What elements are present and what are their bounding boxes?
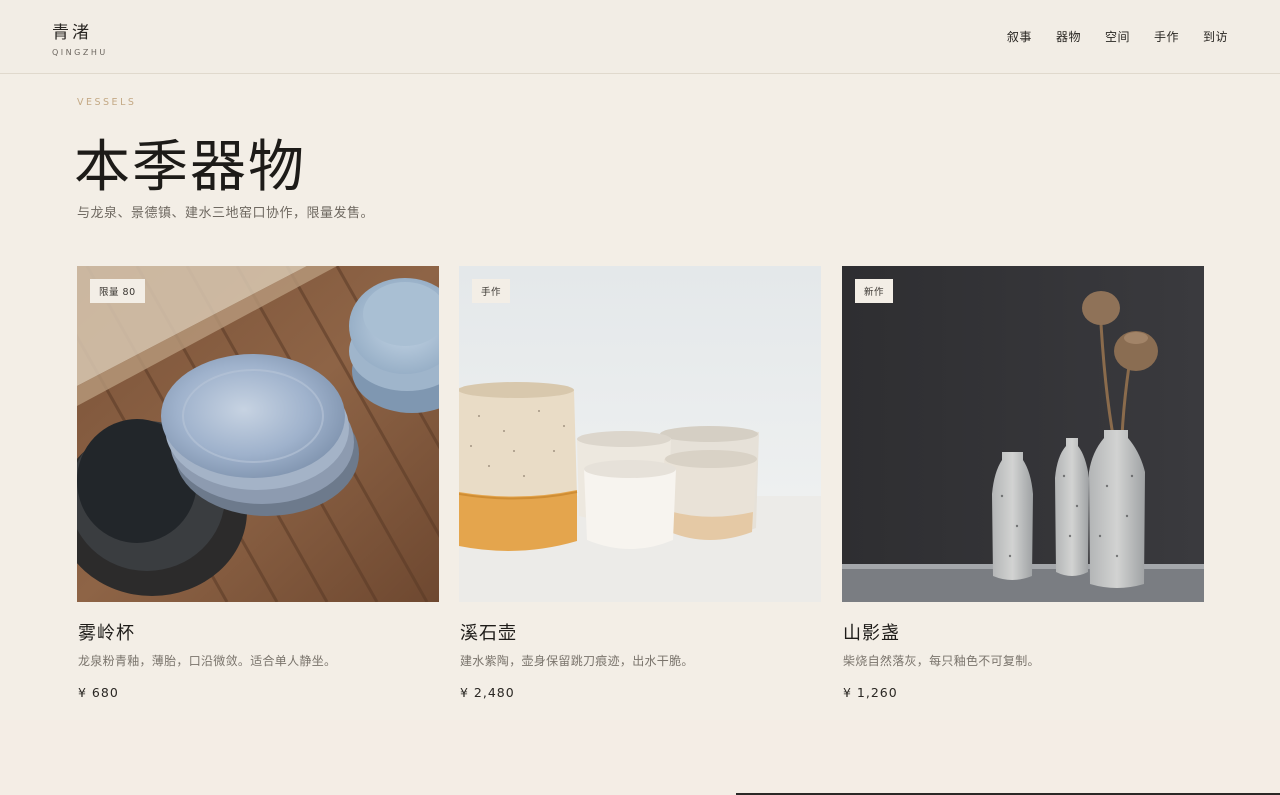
site-header: 青渚 QINGZHU 叙事 器物 空间 手作 到访 xyxy=(0,0,1280,74)
section-eyebrow: VESSELS xyxy=(77,97,137,108)
page-title: 本季器物 xyxy=(74,135,306,200)
page-subtitle: 与龙泉、景德镇、建水三地窑口协作，限量发售。 xyxy=(77,206,375,221)
footer-band xyxy=(0,720,1280,795)
product-price: ¥ 1,260 xyxy=(843,685,898,700)
product-card[interactable]: 限量 80 雾岭杯 龙泉粉青釉，薄胎，口沿微敛。适合单人静坐。 ¥ 680 xyxy=(77,266,439,700)
product-price: ¥ 680 xyxy=(78,685,119,700)
product-name[interactable]: 山影盏 xyxy=(842,619,1204,645)
nav-item-visit[interactable]: 到访 xyxy=(1203,28,1228,45)
product-badge: 限量 80 xyxy=(90,279,145,303)
brand-logo[interactable]: 青渚 QINGZHU xyxy=(52,18,108,57)
product-badge: 手作 xyxy=(472,279,511,303)
product-card[interactable]: 新作 山影盏 柴烧自然落灰，每只釉色不可复制。 ¥ 1,260 xyxy=(842,266,1204,700)
product-name[interactable]: 溪石壶 xyxy=(459,619,821,645)
brand-name-cn: 青渚 xyxy=(52,23,92,43)
product-image-plates[interactable]: 限量 80 xyxy=(77,266,439,602)
nav-item-space[interactable]: 空间 xyxy=(1105,28,1130,45)
nav-item-handmade[interactable]: 手作 xyxy=(1154,28,1179,45)
product-image-cups[interactable]: 手作 xyxy=(459,266,821,602)
nav-item-vessels[interactable]: 器物 xyxy=(1056,28,1081,45)
product-card[interactable]: 手作 溪石壶 建水紫陶，壶身保留跳刀痕迹，出水干脆。 ¥ 2,480 xyxy=(459,266,821,700)
product-badge: 新作 xyxy=(855,279,894,303)
nav-item-narrative[interactable]: 叙事 xyxy=(1007,28,1032,45)
product-description: 建水紫陶，壶身保留跳刀痕迹，出水干脆。 xyxy=(460,654,694,668)
product-name[interactable]: 雾岭杯 xyxy=(77,619,439,645)
product-image-vases[interactable]: 新作 xyxy=(842,266,1204,602)
brand-name-en: QINGZHU xyxy=(52,48,108,57)
main-nav: 叙事 器物 空间 手作 到访 xyxy=(1007,28,1228,45)
product-price: ¥ 2,480 xyxy=(460,685,515,700)
product-description: 柴烧自然落灰，每只釉色不可复制。 xyxy=(843,654,1040,668)
product-description: 龙泉粉青釉，薄胎，口沿微敛。适合单人静坐。 xyxy=(78,654,337,668)
